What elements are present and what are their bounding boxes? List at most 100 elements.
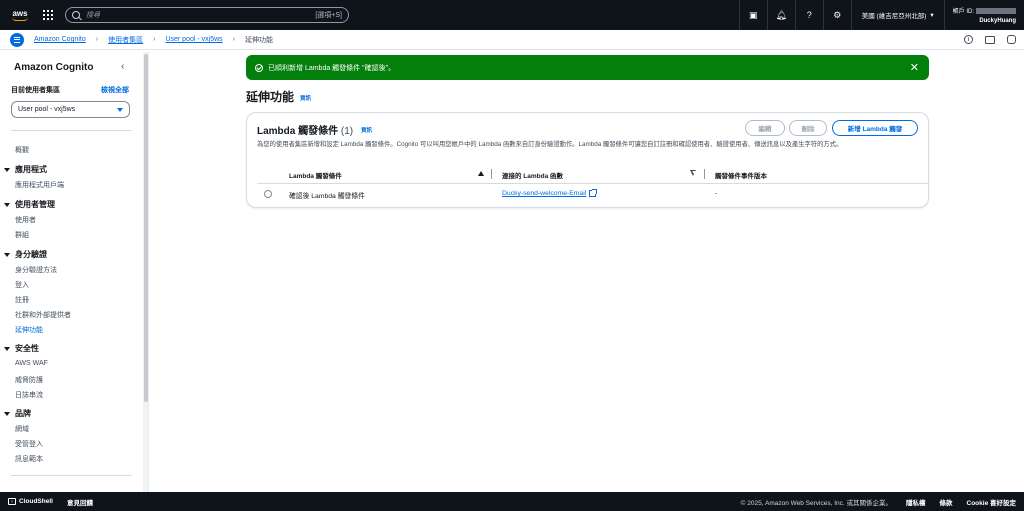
card-title-text: Lambda 觸發條件: [257, 126, 339, 137]
caret-down-icon: [4, 252, 10, 257]
delete-button[interactable]: 刪除: [789, 120, 827, 136]
column-separator: [704, 169, 705, 179]
external-link-icon: [589, 189, 598, 197]
card-info-link[interactable]: 資訊: [361, 126, 372, 134]
sort-descending-icon[interactable]: [690, 170, 697, 176]
caret-down-icon: [4, 167, 10, 172]
lambda-triggers-card: Lambda 觸發條件 (1) 資訊 編輯 刪除 新增 Lambda 觸發 為您…: [246, 112, 929, 208]
account-id-label: 帳戶 ID:: [952, 9, 974, 15]
info-panel-icon[interactable]: i: [964, 35, 973, 44]
sidebar-item-aws-waf[interactable]: AWS WAF: [15, 360, 48, 367]
column-separator: [491, 169, 492, 179]
sidebar-section-branding[interactable]: 品牌: [4, 408, 31, 419]
scrollbar-thumb[interactable]: [144, 54, 148, 402]
column-header-function[interactable]: 連接的 Lambda 函數: [502, 170, 563, 180]
account-menu[interactable]: 帳戶 ID: DuckyHuang: [943, 0, 1024, 30]
breadcrumb-user-pool[interactable]: User pool - vxj5ws: [165, 36, 222, 43]
chevron-down-icon: ▾: [930, 12, 934, 19]
sidebar-item-threat-protection[interactable]: 威脅防護: [15, 375, 43, 385]
notifications-panel-icon[interactable]: [985, 35, 995, 44]
breadcrumb-cognito[interactable]: Amazon Cognito: [34, 36, 86, 43]
card-description: 為您的使用者集區新增和設定 Lambda 觸發條件。Cognito 可以叫用您帳…: [257, 141, 843, 148]
services-grid-icon[interactable]: [43, 10, 53, 20]
sidebar-section-security[interactable]: 安全性: [4, 343, 39, 354]
notifications-bell-icon[interactable]: 🔔︎: [766, 0, 795, 30]
sidebar-item-users[interactable]: 使用者: [15, 215, 36, 225]
page-title: 延伸功能: [246, 90, 295, 104]
add-lambda-trigger-button[interactable]: 新增 Lambda 觸發: [832, 120, 918, 136]
terms-link[interactable]: 條款: [940, 497, 953, 507]
sidebar-divider: [11, 475, 132, 476]
tutorial-icon[interactable]: [1007, 35, 1016, 44]
help-icon[interactable]: ?: [794, 0, 823, 30]
sidebar-scrollbar[interactable]: [143, 52, 149, 492]
chevron-right-icon: ›: [153, 36, 156, 43]
search-placeholder: 搜尋: [86, 12, 100, 19]
sidebar-item-message-templates[interactable]: 訊息範本: [15, 454, 43, 464]
success-flash: 已順利新增 Lambda 觸發條件 "確認後"。 ✕: [246, 55, 929, 80]
function-link-text[interactable]: Ducky-send-welcome-Email: [502, 190, 586, 197]
chevron-right-icon: ›: [232, 36, 235, 43]
column-header-trigger[interactable]: Lambda 觸發條件: [289, 170, 342, 180]
sidebar-item-social-providers[interactable]: 社群和外部提供者: [15, 310, 71, 320]
search-input[interactable]: 搜尋 [選項+S]: [65, 7, 349, 23]
sidebar-item-groups[interactable]: 群組: [15, 230, 29, 240]
sort-ascending-icon[interactable]: [478, 171, 484, 176]
caret-down-icon: [4, 411, 10, 416]
user-pool-select[interactable]: User pool - vxj5ws: [11, 101, 130, 118]
cloudshell-icon[interactable]: ▣: [738, 0, 767, 30]
account-id-redacted: [976, 7, 1016, 14]
sidebar-section-user-management[interactable]: 使用者管理: [4, 199, 55, 210]
sidebar-item-sign-in[interactable]: 登入: [15, 280, 29, 290]
top-nav: aws 搜尋 [選項+S] ▣ 🔔︎ ? ⚙ 美國 (維吉尼亞州北部) ▾ 帳戶…: [0, 0, 1024, 30]
search-icon: [72, 11, 80, 19]
caret-down-icon: [4, 346, 10, 351]
edit-button[interactable]: 編輯: [745, 120, 785, 136]
account-username: DuckyHuang: [979, 18, 1016, 24]
page-info-link[interactable]: 資訊: [300, 94, 311, 102]
sidebar-title: Amazon Cognito: [14, 62, 94, 73]
sidebar-item-managed-login[interactable]: 受管登入: [15, 439, 43, 449]
current-pool-label: 目前使用者集區: [11, 87, 60, 94]
search-shortcut: [選項+S]: [315, 12, 342, 19]
sidebar-item-overview[interactable]: 概觀: [15, 145, 29, 155]
caret-down-icon: [4, 202, 10, 207]
sidebar-item-app-clients[interactable]: 應用程式用戶端: [15, 180, 64, 190]
collapse-sidebar-icon[interactable]: ‹: [121, 61, 124, 72]
cell-function-link[interactable]: Ducky-send-welcome-Email: [502, 189, 598, 197]
column-header-version[interactable]: 觸發條件事件版本: [715, 170, 767, 180]
sidebar-divider: [11, 130, 132, 131]
sidebar: Amazon Cognito ‹ 目前使用者集區 檢視全部 User pool …: [0, 50, 143, 492]
card-title: Lambda 觸發條件 (1): [257, 122, 353, 137]
cookie-preferences-link[interactable]: Cookie 喜好設定: [967, 497, 1016, 507]
settings-gear-icon[interactable]: ⚙: [822, 0, 851, 30]
privacy-link[interactable]: 隱私權: [906, 497, 926, 507]
sidebar-item-extensions[interactable]: 延伸功能: [15, 325, 43, 335]
cloudshell-icon: ›: [8, 498, 16, 505]
sidebar-item-auth-methods[interactable]: 身分驗證方法: [15, 265, 57, 275]
breadcrumb-bar: Amazon Cognito › 使用者集區 › User pool - vxj…: [0, 30, 1024, 50]
sidebar-section-authentication[interactable]: 身分驗證: [4, 249, 47, 260]
card-count: (1): [340, 126, 354, 137]
feedback-button[interactable]: 意見回饋: [67, 497, 93, 507]
row-select-radio[interactable]: [264, 190, 272, 198]
user-pool-select-value: User pool - vxj5ws: [18, 106, 76, 113]
chevron-right-icon: ›: [95, 36, 99, 43]
sidebar-item-sign-up[interactable]: 註冊: [15, 295, 29, 305]
view-all-link[interactable]: 檢視全部: [101, 85, 129, 95]
sidebar-item-log-streaming[interactable]: 日誌串流: [15, 390, 43, 400]
aws-logo[interactable]: aws: [9, 9, 31, 21]
sidebar-item-domain[interactable]: 網域: [15, 424, 29, 434]
region-label: 美國 (維吉尼亞州北部): [861, 13, 927, 20]
aws-smile-icon: [12, 17, 28, 21]
cloudshell-button[interactable]: CloudShell: [19, 498, 53, 505]
cell-version: -: [715, 190, 718, 197]
close-icon[interactable]: ✕: [910, 61, 919, 74]
nav-menu-icon[interactable]: [10, 32, 24, 47]
region-selector[interactable]: 美國 (維吉尼亞州北部) ▾: [850, 0, 944, 30]
sidebar-section-applications[interactable]: 應用程式: [4, 164, 47, 175]
copyright-text: © 2025, Amazon Web Services, Inc. 或其關係企業…: [740, 499, 893, 507]
flash-message: 已順利新增 Lambda 觸發條件 "確認後"。: [268, 64, 396, 72]
breadcrumb-user-pools[interactable]: 使用者集區: [108, 35, 143, 45]
success-check-icon: [255, 63, 263, 72]
